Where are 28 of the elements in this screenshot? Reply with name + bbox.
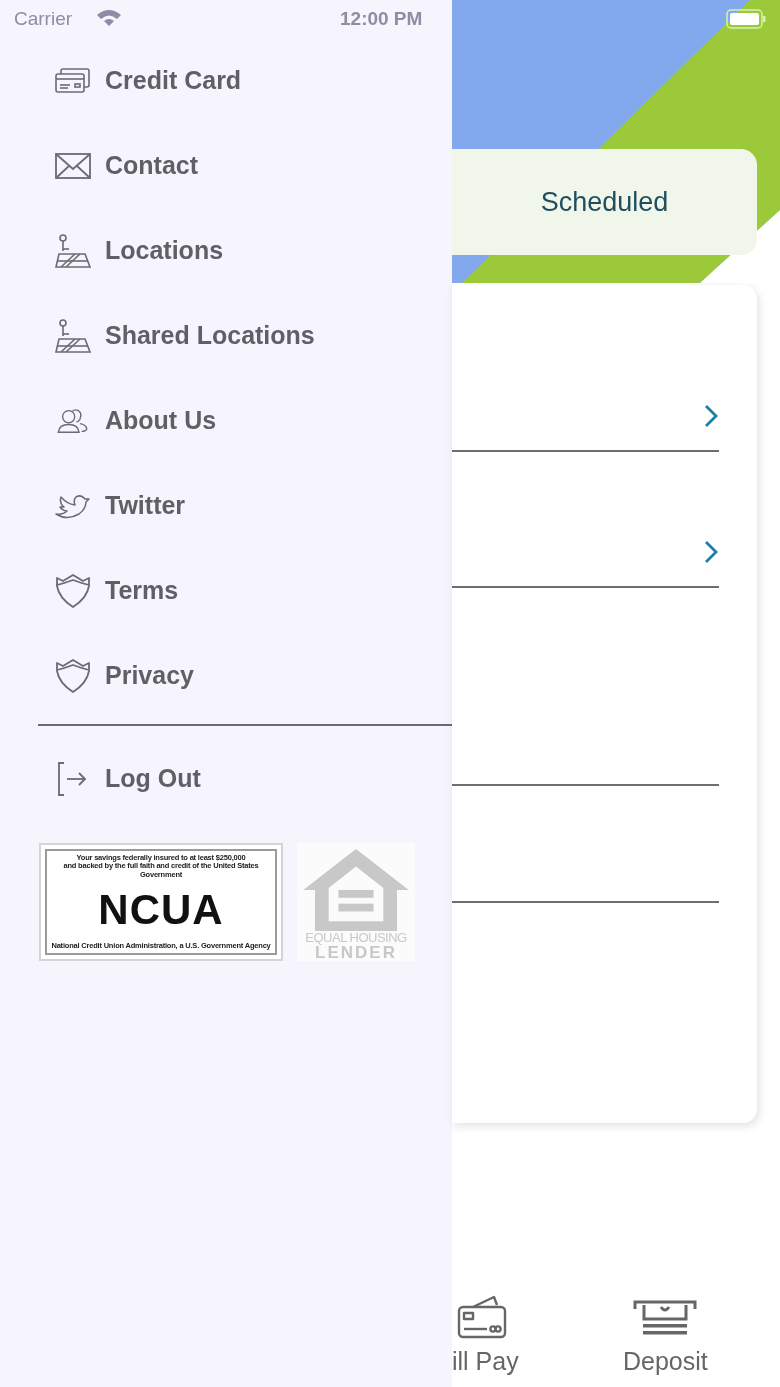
carrier-label: Carrier — [14, 8, 73, 30]
wifi-icon — [96, 8, 122, 27]
menu-item[interactable]: Locations — [0, 208, 230, 293]
chevron-icon[interactable] — [704, 540, 718, 564]
time-label: 12:00 PM — [340, 8, 423, 30]
map-pin-icon — [55, 233, 91, 268]
chevron-icon[interactable] — [704, 404, 718, 428]
scheduled-card[interactable]: Scheduled — [452, 149, 757, 255]
shield-icon — [55, 573, 91, 608]
tab-item[interactable]: ill Pay — [452, 1295, 528, 1376]
tab-item[interactable]: Deposit — [623, 1295, 708, 1376]
menu-item[interactable]: Contact — [0, 123, 205, 208]
bird-icon — [55, 492, 91, 519]
shield-icon — [55, 658, 91, 693]
ncua-title: NCUA — [98, 889, 224, 932]
credit-card-icon — [55, 67, 91, 94]
menu-item[interactable]: Shared Locations — [0, 293, 321, 378]
credit-card-icon — [457, 1295, 507, 1339]
menu-item[interactable]: Privacy — [0, 633, 200, 718]
deposit-icon — [632, 1299, 699, 1337]
logout-item[interactable]: Log Out — [0, 736, 207, 821]
menu-item[interactable]: Twitter — [0, 463, 192, 548]
menu-item[interactable]: About Us — [0, 378, 223, 463]
envelope-icon — [55, 152, 91, 179]
menu-item[interactable]: Terms — [0, 548, 185, 633]
battery-icon — [726, 9, 766, 29]
map-pin-icon — [55, 318, 91, 353]
menu-item[interactable]: Credit Card — [0, 38, 248, 123]
